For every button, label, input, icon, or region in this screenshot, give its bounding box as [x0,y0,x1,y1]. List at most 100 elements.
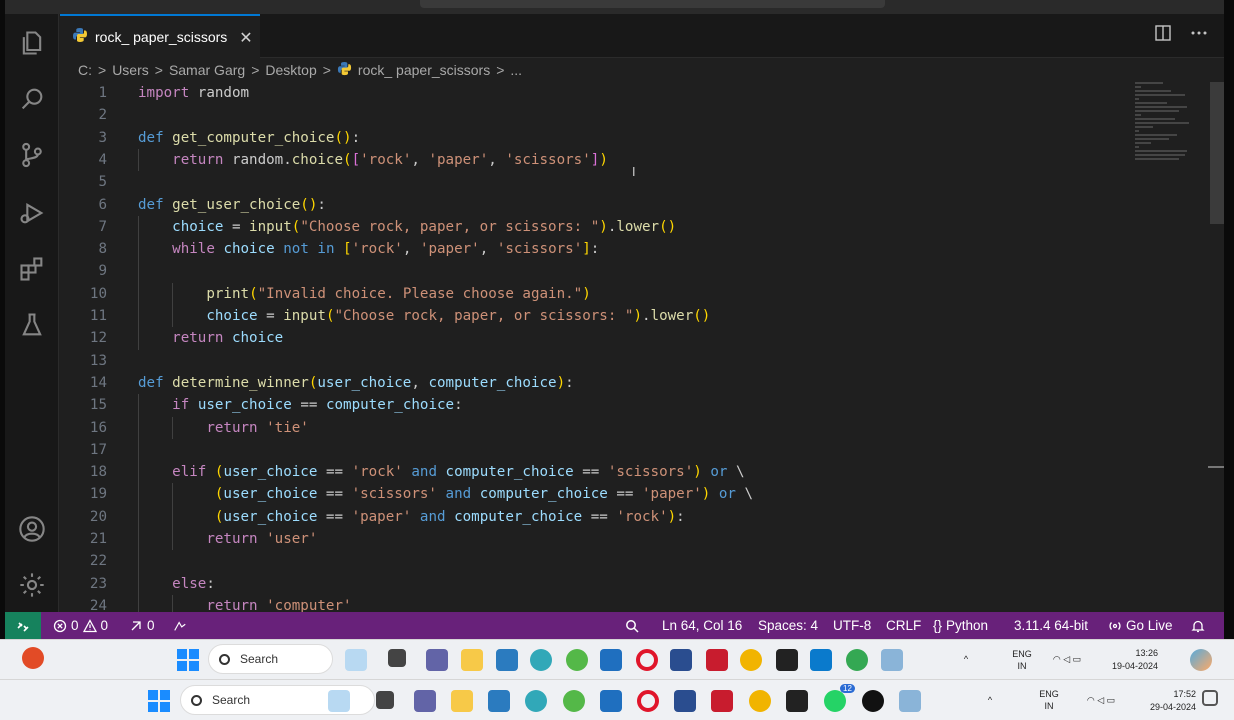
app-icon-blue[interactable] [496,649,518,671]
code-line[interactable]: 21 return 'user' [60,528,1140,550]
code-line[interactable]: 5 [60,171,1140,193]
code-line[interactable]: 17 [60,439,1140,461]
code-line[interactable]: 20 (user_choice == 'paper' and computer_… [60,506,1140,528]
app-icon-green[interactable] [563,690,585,712]
testing-icon[interactable] [17,310,47,340]
tray-chevron-icon[interactable]: ^ [958,653,974,665]
breadcrumb-drive[interactable]: C: [78,62,92,78]
media-player-icon[interactable] [862,690,884,712]
search-icon[interactable] [17,84,47,114]
python-interpreter[interactable]: 3.11.4 64-bit [1014,612,1088,639]
indentation-setting[interactable]: Spaces: 4 [758,612,818,639]
windows-start-icon[interactable] [177,649,199,671]
store-icon[interactable] [600,649,622,671]
code-line[interactable]: 8 while choice not in ['rock', 'paper', … [60,238,1140,260]
remote-indicator[interactable] [5,612,41,639]
code-line[interactable]: 1 import random [60,82,1140,104]
code-line[interactable]: 14 def determine_winner(user_choice, comp… [60,372,1140,394]
code-line[interactable]: 9 [60,260,1140,282]
tray-chevron-icon[interactable]: ^ [982,694,998,706]
browser-app-icon[interactable] [22,647,44,669]
taskbar-clock[interactable]: 17:52 29-04-2024 [1136,688,1196,714]
language-mode[interactable]: {} Python [933,612,988,639]
notifications-bell-icon[interactable] [1191,612,1205,639]
settings-gear-icon[interactable] [17,570,47,600]
minimap[interactable] [1135,82,1195,172]
app-icon-green[interactable] [566,649,588,671]
chrome-icon[interactable] [749,690,771,712]
ports-indicator[interactable]: 0 [129,612,155,639]
teams-chat-icon[interactable] [414,690,436,712]
code-line[interactable]: 13 [60,350,1140,372]
app-icon-dark[interactable] [776,649,798,671]
explorer-icon[interactable] [17,28,47,58]
opera-icon[interactable] [636,649,658,671]
code-line[interactable]: 18 elif (user_choice == 'rock' and compu… [60,461,1140,483]
code-line[interactable]: 3 def get_computer_choice(): [60,127,1140,149]
code-line[interactable]: 4 return random.choice(['rock', 'paper',… [60,149,1140,171]
snipping-tool-icon[interactable] [899,690,921,712]
snipping-tool-icon[interactable] [881,649,903,671]
windows-start-icon[interactable] [148,690,170,712]
split-editor-icon[interactable] [1154,24,1172,46]
vertical-scrollbar[interactable] [1210,82,1224,224]
task-view-icon[interactable] [376,691,394,709]
mcafee-icon[interactable] [711,690,733,712]
code-line[interactable]: 15 if user_choice == computer_choice: [60,394,1140,416]
code-line[interactable]: 12 return choice [60,327,1140,349]
breadcrumb-user-folder[interactable]: Samar Garg [169,62,245,78]
breadcrumb-symbols[interactable]: ... [510,62,522,78]
zoom-search-icon[interactable] [625,612,639,639]
vscode-icon[interactable] [810,649,832,671]
code-line[interactable]: 7 choice = input("Choose rock, paper, or… [60,216,1140,238]
breadcrumb-file[interactable]: rock_ paper_scissors [358,62,490,78]
file-explorer-icon[interactable] [461,649,483,671]
code-line[interactable]: 19 (user_choice == 'scissors' and comput… [60,483,1140,505]
extensions-icon[interactable] [17,254,47,284]
whatsapp-icon[interactable] [824,690,846,712]
go-live-button[interactable]: Go Live [1108,612,1173,639]
app-icon-blue[interactable] [488,690,510,712]
network-volume-battery-icons[interactable]: ◠ ◁ ▭ [1044,653,1090,665]
widgets-icon[interactable] [328,690,350,712]
breadcrumb-users[interactable]: Users [112,62,149,78]
live-share-icon[interactable] [173,612,187,639]
tab-close-icon[interactable]: ✕ [239,28,252,47]
chrome-icon[interactable] [740,649,762,671]
file-encoding[interactable]: UTF-8 [833,612,871,639]
run-debug-icon[interactable] [17,198,47,228]
code-line[interactable]: 6 def get_user_choice(): [60,194,1140,216]
edge-browser-icon[interactable] [530,649,552,671]
more-actions-icon[interactable] [1190,24,1208,46]
code-line[interactable]: 22 [60,550,1140,572]
code-editor[interactable]: 1 import random 2 3 def get_computer_choice(… [60,82,1210,612]
code-line[interactable]: 23 else: [60,573,1140,595]
opera-icon[interactable] [637,690,659,712]
code-line[interactable]: 16 return 'tie' [60,417,1140,439]
command-center[interactable] [420,0,885,8]
input-language[interactable]: ENG IN [1010,648,1034,672]
network-volume-battery-icons[interactable]: ◠ ◁ ▭ [1072,694,1130,706]
file-explorer-icon[interactable] [451,690,473,712]
widgets-icon[interactable] [345,649,367,671]
input-language[interactable]: ENG IN [1037,688,1061,712]
end-of-line[interactable]: CRLF [886,612,921,639]
notification-center-icon[interactable] [1202,690,1218,706]
mcafee-icon[interactable] [706,649,728,671]
store-icon[interactable] [600,690,622,712]
problems-indicator[interactable]: 0 0 [53,612,108,639]
code-line[interactable]: 2 [60,104,1140,126]
code-line[interactable]: 24 return 'computer' [60,595,1140,612]
cursor-position[interactable]: Ln 64, Col 16 [662,612,742,639]
app-icon-green-2[interactable] [846,649,868,671]
app-icon-navy[interactable] [674,690,696,712]
source-control-icon[interactable] [17,140,47,170]
code-line[interactable]: 11 choice = input("Choose rock, paper, o… [60,305,1140,327]
taskbar-clock[interactable]: 13:26 19-04-2024 [1100,647,1158,673]
taskbar-search-box[interactable]: Search [208,644,333,674]
breadcrumb-desktop[interactable]: Desktop [265,62,316,78]
app-icon-dark[interactable] [786,690,808,712]
code-line[interactable]: 10 print("Invalid choice. Please choose … [60,283,1140,305]
edge-browser-icon[interactable] [525,690,547,712]
teams-chat-icon[interactable] [426,649,448,671]
